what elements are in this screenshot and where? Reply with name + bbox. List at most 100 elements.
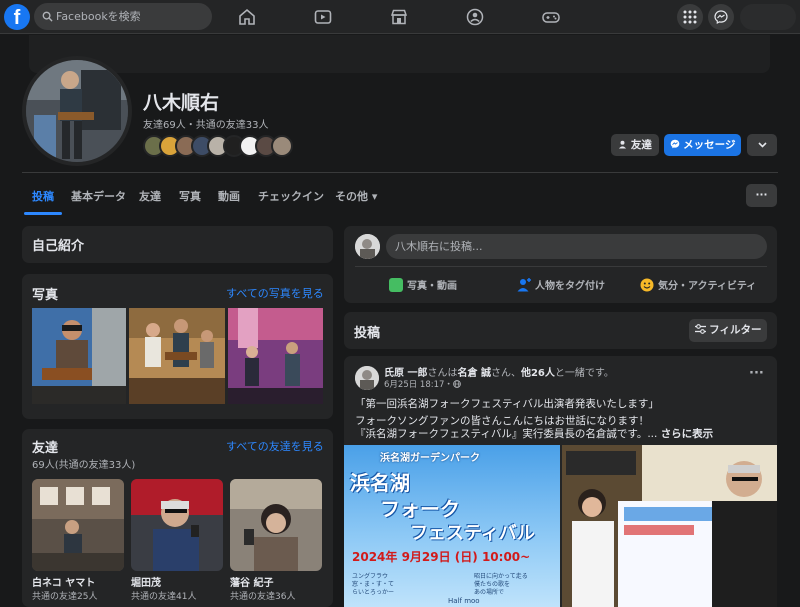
cover-photo-strip <box>29 35 770 73</box>
video-icon[interactable] <box>313 7 333 27</box>
gaming-icon[interactable] <box>541 7 561 27</box>
chevron-down-icon <box>757 142 767 148</box>
photo-video-button[interactable]: 写真・動画 <box>389 277 457 292</box>
photos-title: 写真 <box>32 288 59 303</box>
facebook-logo[interactable]: f <box>4 4 30 30</box>
profile-friend-count[interactable]: 友達69人・共通の友達33人 <box>143 116 268 131</box>
top-navigation-bar: f Facebookを検索 <box>0 0 800 34</box>
message-button-label: メッセージ <box>683 139 736 151</box>
post-author-avatar[interactable] <box>355 366 379 390</box>
festival-photo-image <box>562 445 777 607</box>
photo-image <box>228 308 323 404</box>
feeling-activity-label: 気分・アクティビティ <box>658 281 757 292</box>
post-text-line-3: 『浜名湖フォークフェスティバル』実行委員長の名倉誠です。... <box>355 428 658 440</box>
post-timestamp[interactable]: 6月25日 18:17・ <box>384 378 461 390</box>
post-with-text-2: さん、 <box>490 368 521 379</box>
friend-name[interactable]: 堀田茂 <box>131 574 223 589</box>
messenger-icon <box>714 10 728 24</box>
message-button[interactable]: メッセージ <box>664 134 741 156</box>
tab-checkins[interactable]: チェックイン <box>258 182 324 212</box>
menu-grid-button[interactable] <box>677 4 703 30</box>
friends-title: 友達 <box>32 441 59 456</box>
photo-image <box>129 308 225 404</box>
search-input[interactable]: Facebookを検索 <box>34 3 212 30</box>
see-all-friends-link[interactable]: すべての友達を見る <box>226 438 324 454</box>
tab-friends[interactable]: 友達 <box>139 182 161 212</box>
tab-posts[interactable]: 投稿 <box>24 182 62 215</box>
friend-name[interactable]: 白ネコ ヤマト <box>32 574 124 589</box>
friend-photo-image <box>32 479 124 571</box>
friend-tile[interactable]: 堀田茂 共通の友達41人 <box>131 479 223 602</box>
friend-name[interactable]: 藩谷 紀子 <box>230 574 322 589</box>
composer-divider <box>355 266 767 267</box>
composer-avatar[interactable] <box>355 234 380 259</box>
smiley-icon <box>640 278 654 292</box>
photo-video-label: 写真・動画 <box>407 281 457 292</box>
photo-thumbnail[interactable] <box>228 308 323 404</box>
photo-thumbnail[interactable] <box>32 308 126 404</box>
post-options-button[interactable]: ··· <box>749 366 764 381</box>
tab-photos[interactable]: 写真 <box>179 182 201 212</box>
post-time-text: 6月25日 18:17・ <box>384 380 453 390</box>
see-all-photos-link[interactable]: すべての写真を見る <box>226 285 324 301</box>
filter-sliders-icon <box>694 324 706 334</box>
post-with-text-3: と一緒です。 <box>554 368 614 379</box>
globe-icon <box>453 380 461 388</box>
avatar-image <box>355 234 380 259</box>
friend-avatar[interactable] <box>271 135 293 157</box>
see-more-link[interactable]: さらに表示 <box>661 428 714 440</box>
tag-people-label: 人物をタグ付け <box>535 281 605 292</box>
intro-card: 自己紹介 <box>22 226 333 263</box>
messenger-button[interactable] <box>708 4 734 30</box>
friend-tile[interactable]: 藩谷 紀子 共通の友達36人 <box>230 479 322 602</box>
poster-title-1: 浜名湖 <box>350 471 410 495</box>
menu-grid-icon <box>683 10 697 24</box>
friend-photo[interactable] <box>131 479 223 571</box>
post-tagged-name[interactable]: 名倉 誠 <box>457 368 490 379</box>
search-icon <box>42 11 53 22</box>
friend-photo[interactable] <box>32 479 124 571</box>
feeling-activity-button[interactable]: 気分・アクティビティ <box>640 277 756 292</box>
post-text-line: 「第一回浜名湖フォークフェスティバル出演者発表いたします」 <box>355 398 659 410</box>
photo-icon <box>389 278 403 292</box>
friend-tile[interactable]: 白ネコ ヤマト 共通の友達25人 <box>32 479 124 602</box>
marketplace-icon[interactable] <box>389 7 409 27</box>
friend-mutual: 共通の友達25人 <box>32 592 98 602</box>
avatar-image <box>355 366 379 390</box>
messenger-icon <box>670 139 679 149</box>
filter-button[interactable]: フィルター <box>689 319 767 342</box>
poster-title-2: フォーク <box>380 497 460 521</box>
poster-note: 昭日に向かって走る 僕たちの歌を あの場所で <box>474 573 528 596</box>
profile-photo-image <box>26 60 128 162</box>
post-others-link[interactable]: 他26人 <box>521 368 555 379</box>
post-header: 氏原 一郎さんは名倉 誠さん、他26人と一緒です。 <box>384 364 614 379</box>
profile-more-button[interactable] <box>747 134 777 156</box>
profile-picture[interactable] <box>22 56 132 166</box>
festival-poster[interactable]: 浜名湖ガーデンパーク 浜名湖 フォーク フェスティバル 2024年 9月29日 … <box>344 445 560 607</box>
photo-thumbnail[interactable] <box>129 308 225 404</box>
poster-title-3: フェスティバル <box>410 523 535 544</box>
tag-person-icon <box>517 278 531 292</box>
composer-input[interactable]: 八木順右に投稿... <box>386 234 767 259</box>
post-text-line: 『浜名湖フォークフェスティバル』実行委員長の名倉誠です。... さらに表示 <box>355 426 713 441</box>
festival-photo[interactable] <box>562 445 777 607</box>
account-area[interactable] <box>740 4 796 30</box>
tab-more-options-button[interactable]: ··· <box>746 184 777 207</box>
posts-title: 投稿 <box>354 326 381 341</box>
poster-performers: ユングフラウ 窓・ま・す・て らいとろっかー <box>352 573 395 596</box>
profile-name: 八木順右 <box>143 92 220 114</box>
filter-label: フィルター <box>709 324 762 336</box>
tag-people-button[interactable]: 人物をタグ付け <box>517 277 605 292</box>
tab-about[interactable]: 基本データ <box>71 182 126 212</box>
friends-button[interactable]: 友達 <box>611 134 659 156</box>
friend-mutual: 共通の友達41人 <box>131 592 197 602</box>
tab-videos[interactable]: 動画 <box>218 182 240 212</box>
friend-photo[interactable] <box>230 479 322 571</box>
tab-more[interactable]: その他 ▾ <box>335 182 377 212</box>
groups-icon[interactable] <box>465 7 485 27</box>
post-image[interactable]: 浜名湖ガーデンパーク 浜名湖 フォーク フェスティバル 2024年 9月29日 … <box>344 445 777 607</box>
photo-image <box>32 308 126 404</box>
poster-venue: 浜名湖ガーデンパーク <box>380 453 480 464</box>
home-icon[interactable] <box>237 7 257 27</box>
friends-button-label: 友達 <box>630 139 652 151</box>
